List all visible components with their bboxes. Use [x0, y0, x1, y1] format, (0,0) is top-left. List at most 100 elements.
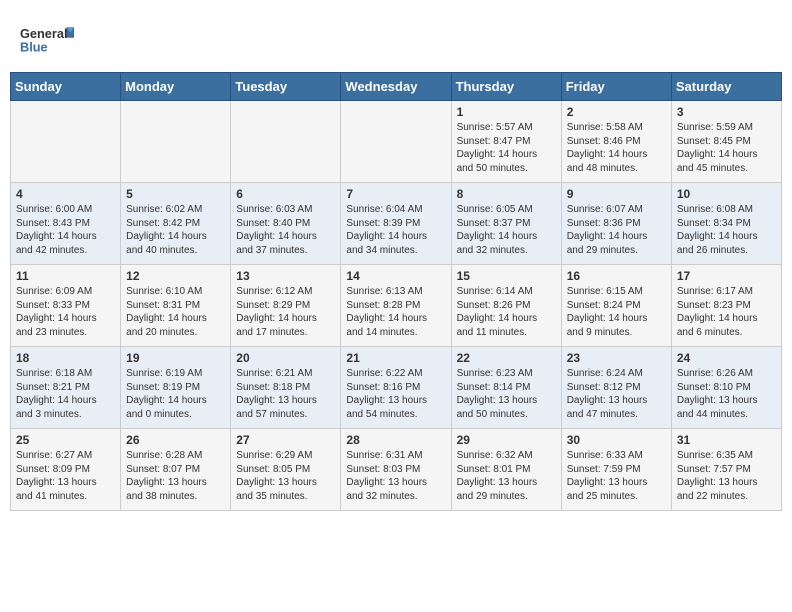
day-number: 2 — [567, 105, 666, 119]
calendar-cell: 23 Sunrise: 6:24 AM Sunset: 8:12 PM Dayli… — [561, 347, 671, 429]
day-info: Sunrise: 6:07 AM Sunset: 8:36 PM Dayligh… — [567, 203, 666, 257]
day-number: 25 — [16, 433, 115, 447]
weekday-header-sunday: Sunday — [11, 73, 121, 101]
calendar-cell: 12Sunrise: 6:10 AM Sunset: 8:31 PM Dayli… — [121, 265, 231, 347]
weekday-header-wednesday: Wednesday — [341, 73, 451, 101]
day-info: Sunrise: 6:35 AM Sunset: 7:57 PM Dayligh… — [677, 449, 776, 503]
logo-svg: General Blue — [20, 18, 80, 62]
calendar-cell: 25 Sunrise: 6:27 AM Sunset: 8:09 PM Dayli… — [11, 429, 121, 511]
calendar-cell: 8 Sunrise: 6:05 AM Sunset: 8:37 PM Daylig… — [451, 183, 561, 265]
day-info: Sunrise: 6:26 AM Sunset: 8:10 PM Dayligh… — [677, 367, 776, 421]
weekday-header-tuesday: Tuesday — [231, 73, 341, 101]
day-info: Sunrise: 6:32 AM Sunset: 8:01 PM Dayligh… — [457, 449, 556, 503]
day-number: 13 — [236, 269, 335, 283]
day-info: Sunrise: 6:17 AM Sunset: 8:23 PM Dayligh… — [677, 285, 776, 339]
day-info: Sunrise: 6:12 AM Sunset: 8:29 PM Dayligh… — [236, 285, 335, 339]
weekday-header-friday: Friday — [561, 73, 671, 101]
svg-text:General: General — [20, 26, 67, 41]
day-info: Sunrise: 6:00 AM Sunset: 8:43 PM Dayligh… — [16, 203, 115, 257]
day-info: Sunrise: 6:05 AM Sunset: 8:37 PM Dayligh… — [457, 203, 556, 257]
calendar-cell: 22Sunrise: 6:23 AM Sunset: 8:14 PM Dayli… — [451, 347, 561, 429]
calendar-week-3: 11Sunrise: 6:09 AM Sunset: 8:33 PM Dayli… — [11, 265, 782, 347]
day-number: 7 — [346, 187, 445, 201]
calendar-cell: 27 Sunrise: 6:29 AM Sunset: 8:05 PM Dayli… — [231, 429, 341, 511]
calendar-cell: 11Sunrise: 6:09 AM Sunset: 8:33 PM Dayli… — [11, 265, 121, 347]
day-info: Sunrise: 6:08 AM Sunset: 8:34 PM Dayligh… — [677, 203, 776, 257]
day-info: Sunrise: 6:27 AM Sunset: 8:09 PM Dayligh… — [16, 449, 115, 503]
day-number: 30 — [567, 433, 666, 447]
day-number: 17 — [677, 269, 776, 283]
calendar-cell — [11, 101, 121, 183]
day-info: Sunrise: 6:22 AM Sunset: 8:16 PM Dayligh… — [346, 367, 445, 421]
day-number: 23 — [567, 351, 666, 365]
day-info: Sunrise: 6:31 AM Sunset: 8:03 PM Dayligh… — [346, 449, 445, 503]
calendar-cell: 29 Sunrise: 6:32 AM Sunset: 8:01 PM Dayli… — [451, 429, 561, 511]
day-number: 4 — [16, 187, 115, 201]
day-info: Sunrise: 6:29 AM Sunset: 8:05 PM Dayligh… — [236, 449, 335, 503]
day-info: Sunrise: 6:19 AM Sunset: 8:19 PM Dayligh… — [126, 367, 225, 421]
day-info: Sunrise: 6:33 AM Sunset: 7:59 PM Dayligh… — [567, 449, 666, 503]
day-info: Sunrise: 6:14 AM Sunset: 8:26 PM Dayligh… — [457, 285, 556, 339]
day-info: Sunrise: 6:04 AM Sunset: 8:39 PM Dayligh… — [346, 203, 445, 257]
day-number: 14 — [346, 269, 445, 283]
day-number: 20 — [236, 351, 335, 365]
calendar-cell: 14 Sunrise: 6:13 AM Sunset: 8:28 PM Dayli… — [341, 265, 451, 347]
day-number: 19 — [126, 351, 225, 365]
calendar-cell: 5 Sunrise: 6:02 AM Sunset: 8:42 PM Daylig… — [121, 183, 231, 265]
day-info: Sunrise: 6:02 AM Sunset: 8:42 PM Dayligh… — [126, 203, 225, 257]
calendar-week-4: 18 Sunrise: 6:18 AM Sunset: 8:21 PM Dayli… — [11, 347, 782, 429]
day-number: 8 — [457, 187, 556, 201]
header: General Blue — [0, 0, 792, 72]
calendar-week-2: 4 Sunrise: 6:00 AM Sunset: 8:43 PM Daylig… — [11, 183, 782, 265]
day-number: 28 — [346, 433, 445, 447]
day-number: 29 — [457, 433, 556, 447]
calendar-cell — [341, 101, 451, 183]
day-number: 5 — [126, 187, 225, 201]
weekday-header-monday: Monday — [121, 73, 231, 101]
day-number: 12 — [126, 269, 225, 283]
calendar-cell: 16Sunrise: 6:15 AM Sunset: 8:24 PM Dayli… — [561, 265, 671, 347]
day-info: Sunrise: 6:28 AM Sunset: 8:07 PM Dayligh… — [126, 449, 225, 503]
calendar-cell: 20 Sunrise: 6:21 AM Sunset: 8:18 PM Dayli… — [231, 347, 341, 429]
calendar-wrapper: SundayMondayTuesdayWednesdayThursdayFrid… — [0, 72, 792, 521]
day-info: Sunrise: 6:03 AM Sunset: 8:40 PM Dayligh… — [236, 203, 335, 257]
logo: General Blue — [20, 18, 80, 62]
day-info: Sunrise: 6:24 AM Sunset: 8:12 PM Dayligh… — [567, 367, 666, 421]
calendar-week-1: 1Sunrise: 5:57 AM Sunset: 8:47 PM Daylig… — [11, 101, 782, 183]
day-info: Sunrise: 6:21 AM Sunset: 8:18 PM Dayligh… — [236, 367, 335, 421]
day-number: 1 — [457, 105, 556, 119]
calendar-week-5: 25 Sunrise: 6:27 AM Sunset: 8:09 PM Dayli… — [11, 429, 782, 511]
calendar-cell: 24 Sunrise: 6:26 AM Sunset: 8:10 PM Dayli… — [671, 347, 781, 429]
day-number: 27 — [236, 433, 335, 447]
day-number: 11 — [16, 269, 115, 283]
calendar-cell: 10 Sunrise: 6:08 AM Sunset: 8:34 PM Dayli… — [671, 183, 781, 265]
calendar-cell — [121, 101, 231, 183]
calendar-cell: 2 Sunrise: 5:58 AM Sunset: 8:46 PM Daylig… — [561, 101, 671, 183]
day-number: 16 — [567, 269, 666, 283]
calendar-table: SundayMondayTuesdayWednesdayThursdayFrid… — [10, 72, 782, 511]
calendar-cell: 26Sunrise: 6:28 AM Sunset: 8:07 PM Dayli… — [121, 429, 231, 511]
day-number: 22 — [457, 351, 556, 365]
calendar-cell: 21 Sunrise: 6:22 AM Sunset: 8:16 PM Dayli… — [341, 347, 451, 429]
calendar-cell: 7 Sunrise: 6:04 AM Sunset: 8:39 PM Daylig… — [341, 183, 451, 265]
calendar-cell: 6Sunrise: 6:03 AM Sunset: 8:40 PM Daylig… — [231, 183, 341, 265]
day-number: 15 — [457, 269, 556, 283]
day-info: Sunrise: 5:58 AM Sunset: 8:46 PM Dayligh… — [567, 121, 666, 175]
calendar-cell: 13 Sunrise: 6:12 AM Sunset: 8:29 PM Dayli… — [231, 265, 341, 347]
day-number: 21 — [346, 351, 445, 365]
day-info: Sunrise: 6:18 AM Sunset: 8:21 PM Dayligh… — [16, 367, 115, 421]
day-number: 24 — [677, 351, 776, 365]
weekday-header-thursday: Thursday — [451, 73, 561, 101]
day-number: 3 — [677, 105, 776, 119]
weekday-header-row: SundayMondayTuesdayWednesdayThursdayFrid… — [11, 73, 782, 101]
svg-text:Blue: Blue — [20, 39, 48, 54]
calendar-cell: 4 Sunrise: 6:00 AM Sunset: 8:43 PM Daylig… — [11, 183, 121, 265]
calendar-cell: 1Sunrise: 5:57 AM Sunset: 8:47 PM Daylig… — [451, 101, 561, 183]
day-number: 18 — [16, 351, 115, 365]
calendar-cell: 3Sunrise: 5:59 AM Sunset: 8:45 PM Daylig… — [671, 101, 781, 183]
day-info: Sunrise: 6:13 AM Sunset: 8:28 PM Dayligh… — [346, 285, 445, 339]
weekday-header-saturday: Saturday — [671, 73, 781, 101]
calendar-cell: 17 Sunrise: 6:17 AM Sunset: 8:23 PM Dayli… — [671, 265, 781, 347]
day-number: 10 — [677, 187, 776, 201]
calendar-cell: 31Sunrise: 6:35 AM Sunset: 7:57 PM Dayli… — [671, 429, 781, 511]
